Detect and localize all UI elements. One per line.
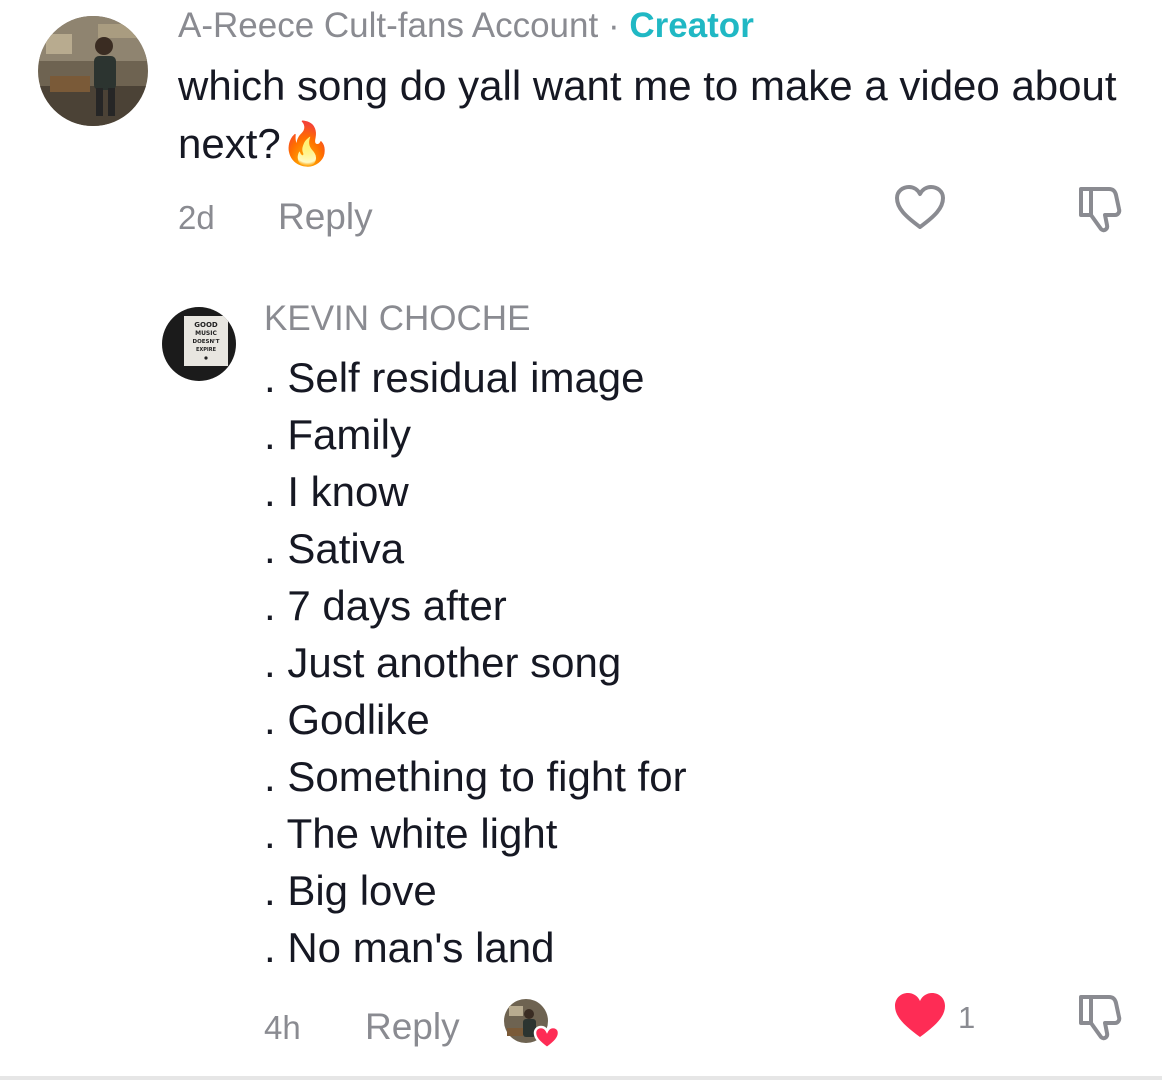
comment-reply-button[interactable]: Reply xyxy=(278,196,373,238)
list-item: . Godlike xyxy=(264,696,430,743)
username-separator: · xyxy=(598,6,630,45)
reply-dislike-button[interactable] xyxy=(1071,989,1125,1043)
avatar-text-line-2: MUSIC xyxy=(195,330,217,337)
list-item: . Something to fight for xyxy=(264,753,687,800)
reply-like-count: 1 xyxy=(958,1000,976,1035)
list-item: . Big love xyxy=(264,867,437,914)
comment-timestamp: 2d xyxy=(178,199,215,236)
list-item: . The white light xyxy=(264,810,558,857)
heart-outline-icon xyxy=(895,185,945,229)
avatar-text-line-3: DOESN'T xyxy=(193,339,220,345)
reply-like-button[interactable] xyxy=(893,992,947,1040)
reply-avatar[interactable]: GOOD MUSIC DOESN'T EXPIRE xyxy=(162,307,236,381)
avatar-text-line-4: EXPIRE xyxy=(196,347,217,353)
heart-filled-icon xyxy=(895,993,945,1037)
list-item: . No man's land xyxy=(264,924,555,971)
reply-reply-button[interactable]: Reply xyxy=(365,1006,460,1048)
reply-username[interactable]: KEVIN CHOCHE xyxy=(264,299,530,339)
reply-timestamp: 4h xyxy=(264,1009,301,1046)
list-item: . 7 days after xyxy=(264,582,507,629)
comment-like-button[interactable] xyxy=(893,184,947,232)
list-item: . I know xyxy=(264,468,409,515)
creator-avatar[interactable] xyxy=(38,16,148,126)
thumbs-down-icon xyxy=(1079,187,1122,233)
comment-text: which song do yall want me to make a vid… xyxy=(178,62,1117,167)
comment-username[interactable]: A-Reece Cult-fans Account xyxy=(178,6,598,45)
comment-dislike-button[interactable] xyxy=(1071,181,1125,235)
avatar-text-line-1: GOOD xyxy=(194,321,218,329)
list-item: . Family xyxy=(264,411,411,458)
creator-liked-indicator xyxy=(503,998,561,1050)
divider xyxy=(0,1076,1162,1080)
list-item: . Just another song xyxy=(264,639,622,686)
song-list: . Self residual image . Family . I know … xyxy=(264,349,687,976)
list-item: . Self residual image xyxy=(264,354,645,401)
list-item: . Sativa xyxy=(264,525,405,572)
creator-badge: Creator xyxy=(629,6,754,45)
comment-username-line: A-Reece Cult-fans Account · Creator xyxy=(178,6,754,46)
thumbs-down-icon xyxy=(1079,995,1122,1041)
